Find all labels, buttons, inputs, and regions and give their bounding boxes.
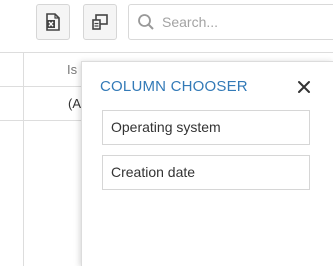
search-input[interactable] [162,14,312,30]
column-chooser-item-operating-system[interactable]: Operating system [102,110,310,145]
data-grid-page: Is (A COLUMN CHOOSER Operating system Cr… [0,0,333,266]
grid-top-border [0,52,333,53]
excel-export-icon [46,13,60,31]
column-chooser-title: COLUMN CHOOSER [100,78,248,95]
column-chooser-icon [92,14,108,30]
export-excel-button[interactable] [36,4,70,40]
search-icon [138,14,154,30]
column-chooser-button[interactable] [83,4,117,40]
column-chooser-panel: COLUMN CHOOSER Operating system Creation… [81,61,333,266]
column-header-partial[interactable]: Is [67,62,77,77]
table-cell-partial: (A [68,96,81,111]
column-chooser-item-creation-date[interactable]: Creation date [102,155,310,190]
search-box[interactable] [128,4,333,40]
close-icon[interactable] [296,79,312,95]
grid-column-divider [23,52,24,266]
